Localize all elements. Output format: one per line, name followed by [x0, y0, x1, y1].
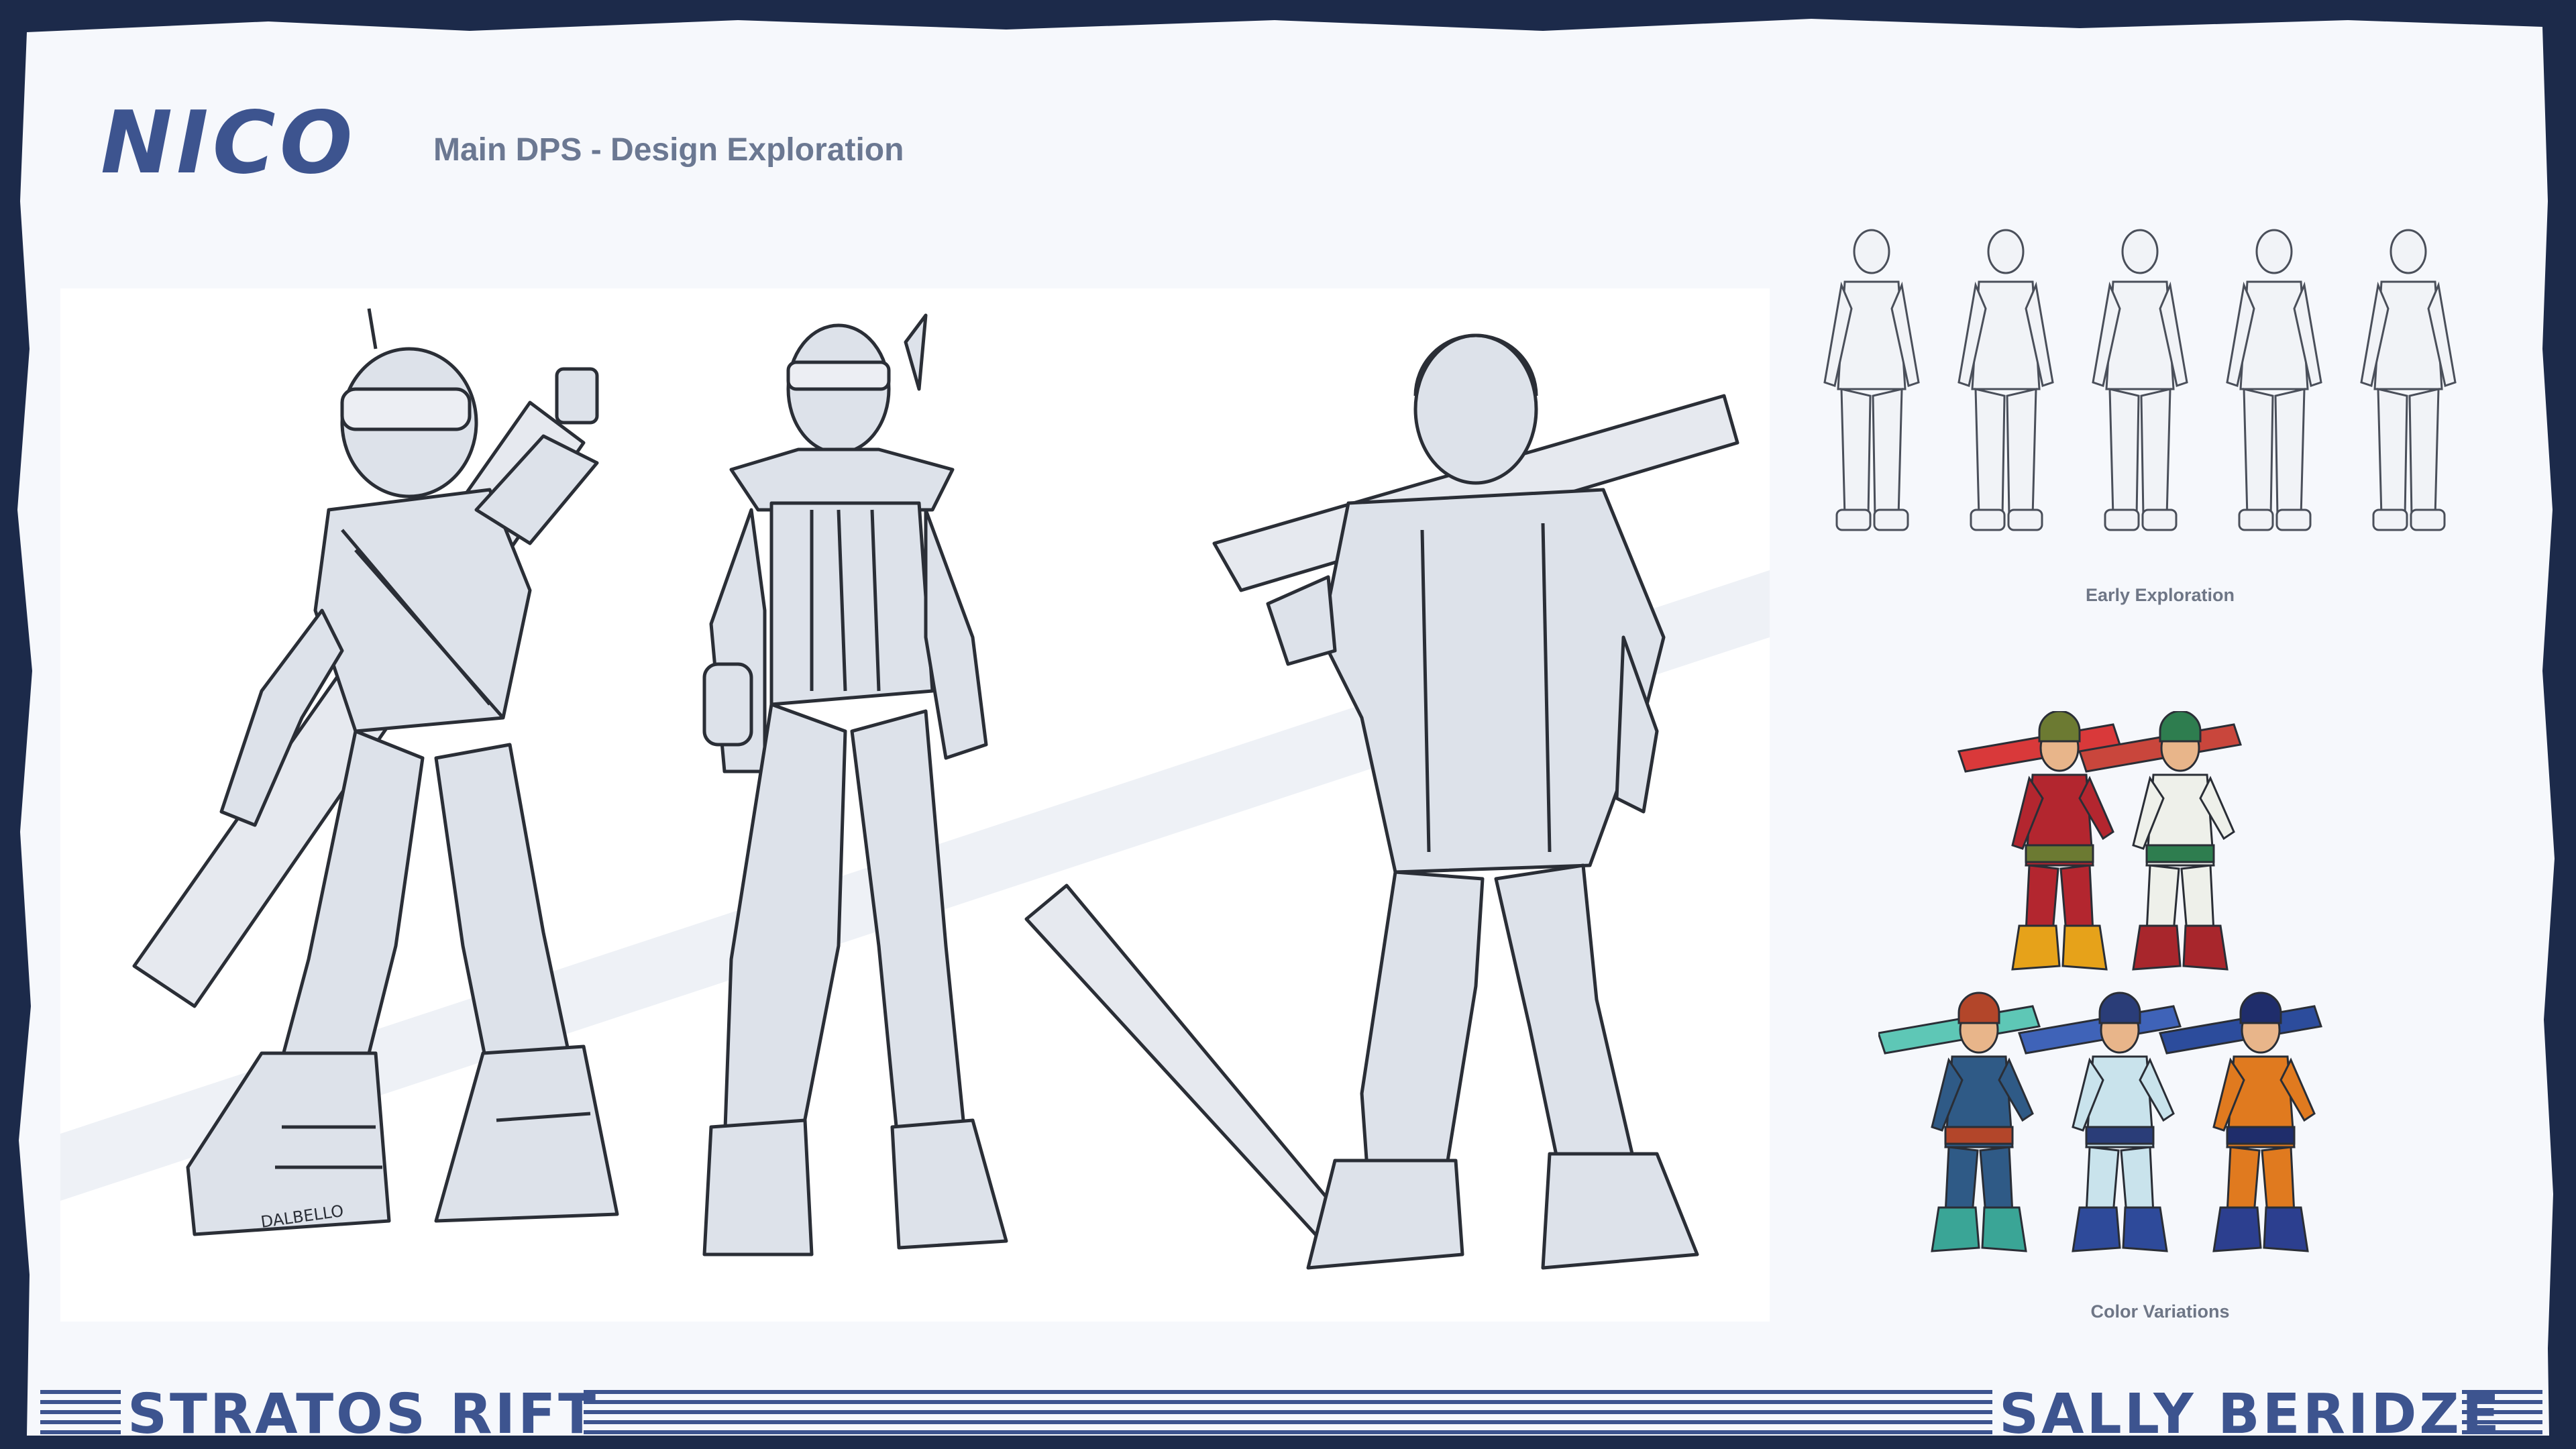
- early-sketch-figure: [2092, 229, 2188, 531]
- page-subtitle: Main DPS - Design Exploration: [433, 132, 904, 168]
- color-variations-caption: Color Variations: [2090, 1301, 2230, 1322]
- early-sketch-figure: [1823, 229, 1920, 531]
- character-title: NICO: [101, 93, 357, 193]
- color-variant-figure: [2018, 991, 2182, 1252]
- color-variant-figure: [2078, 710, 2242, 971]
- early-exploration-caption: Early Exploration: [2085, 585, 2235, 605]
- artist-name: SALLY BERIDZE: [1999, 1383, 2502, 1446]
- color-variations: [1877, 710, 2469, 1281]
- footer-stripes-right: [2462, 1390, 2542, 1440]
- early-sketch-figure: [2360, 229, 2457, 531]
- main-sketch-panel: DALBELLO: [60, 288, 1770, 1322]
- color-variant-figure: [2159, 991, 2322, 1252]
- color-variant-figure: [1877, 991, 2041, 1252]
- studio-logo: STRATOS RIFT: [127, 1383, 599, 1446]
- footer-stripes-left: [40, 1390, 121, 1440]
- early-sketch-figure: [1957, 229, 2054, 531]
- early-exploration-sketches: [1805, 221, 2496, 557]
- footer-stripes-center: [584, 1390, 1992, 1440]
- early-sketch-figure: [2226, 229, 2322, 531]
